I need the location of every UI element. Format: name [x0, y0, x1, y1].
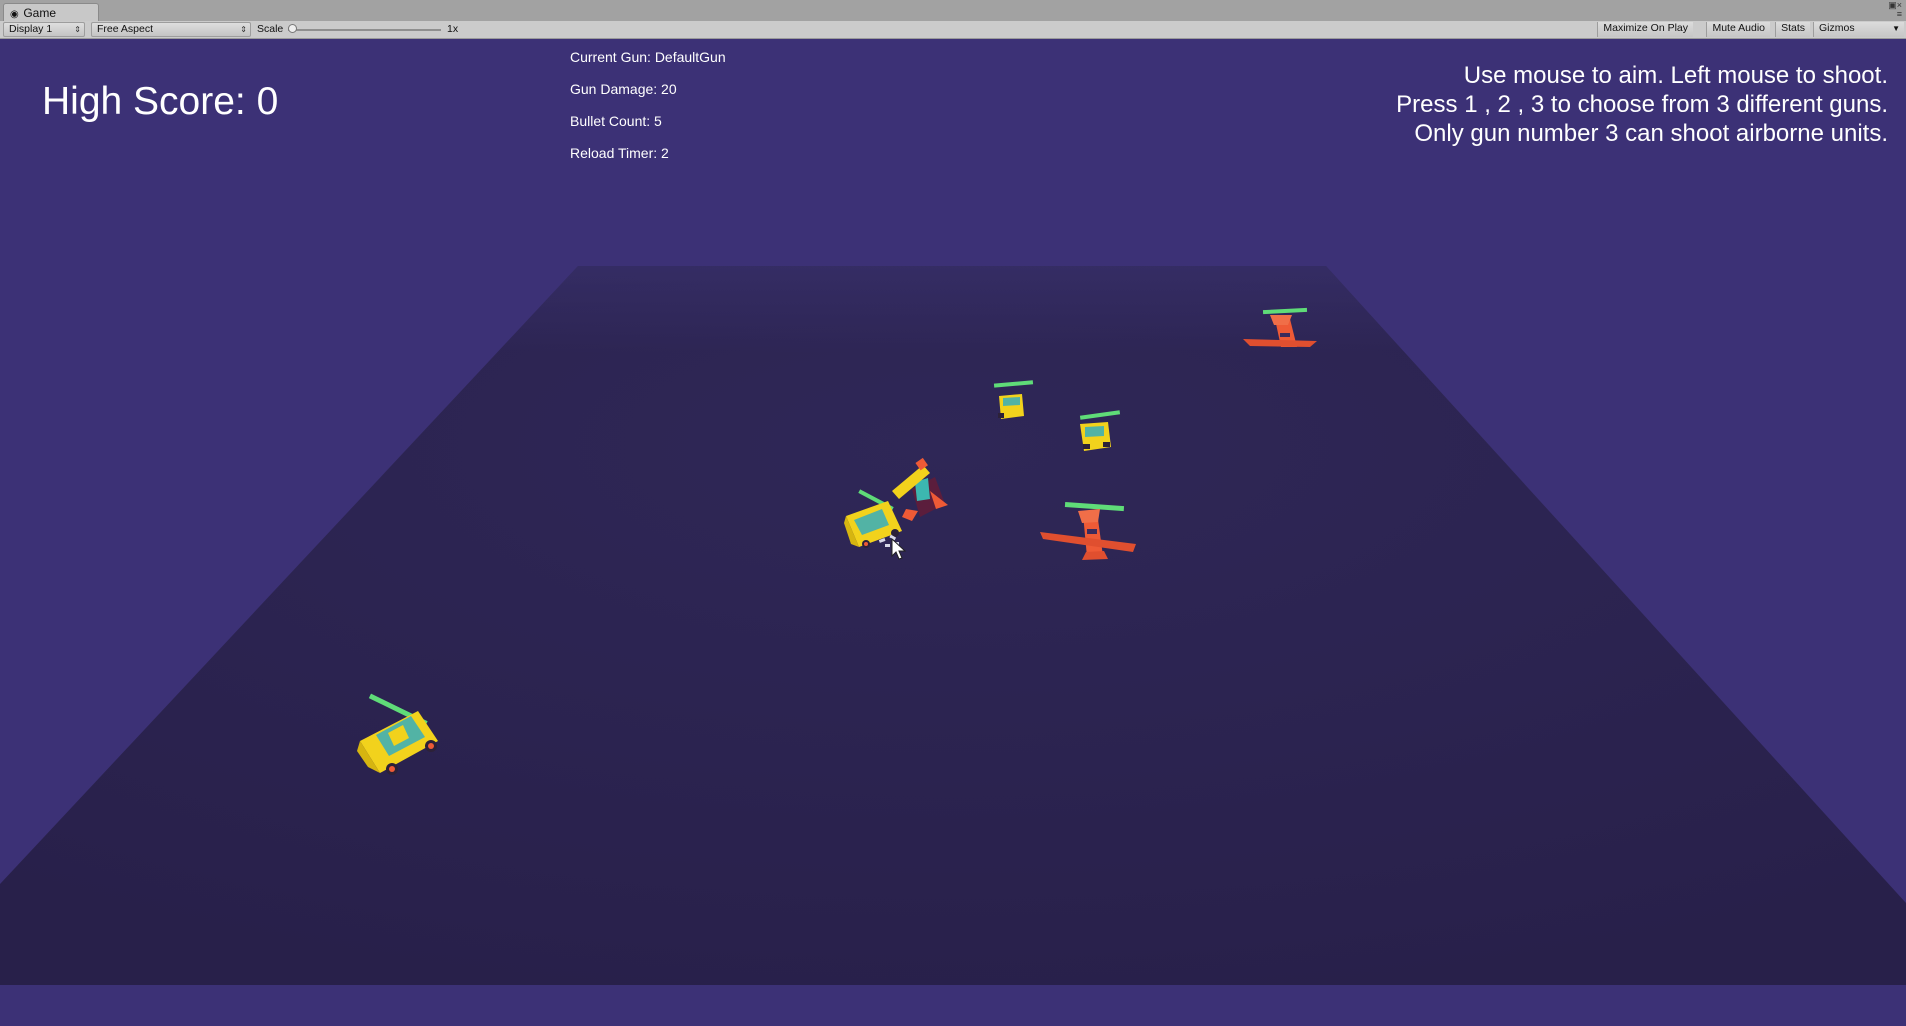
display-select[interactable]: Display 1 ⇕ — [3, 22, 85, 37]
scale-slider[interactable] — [288, 21, 443, 38]
instruction-line: Only gun number 3 can shoot airborne uni… — [1414, 120, 1888, 147]
aspect-select-value: Free Aspect — [97, 23, 154, 35]
gizmos-label: Gizmos — [1819, 22, 1855, 34]
reload-timer-label: Reload Timer: 2 — [570, 145, 669, 161]
maximize-on-play-button[interactable]: Maximize On Play — [1597, 22, 1693, 37]
ground-horizon-glow — [0, 266, 1906, 985]
window-controls[interactable]: ▣× ≡ — [1888, 1, 1902, 19]
instruction-line: Use mouse to aim. Left mouse to shoot. — [1463, 62, 1888, 89]
gun-damage-label: Gun Damage: 20 — [570, 81, 677, 97]
scale-slider-knob[interactable] — [288, 24, 297, 33]
game-tab-label: Game — [23, 6, 57, 20]
instructions-panel: Use mouse to aim. Left mouse to shoot. P… — [1396, 61, 1888, 148]
scale-label: Scale — [257, 23, 284, 35]
aspect-select[interactable]: Free Aspect ⇕ — [91, 22, 251, 37]
game-viewport[interactable]: High Score: 0 Current Gun: DefaultGun Gu… — [0, 39, 1906, 1026]
current-gun-label: Current Gun: DefaultGun — [570, 49, 726, 65]
menu-icon[interactable]: ≡ — [1888, 10, 1902, 19]
gizmos-button[interactable]: Gizmos ▼ — [1813, 22, 1904, 37]
display-select-value: Display 1 — [9, 23, 53, 35]
scale-slider-track — [288, 29, 441, 31]
viewport-bottom-band — [0, 985, 1906, 1026]
game-view-toolbar: Display 1 ⇕ Free Aspect ⇕ Scale 1x Maxim… — [0, 21, 1906, 39]
scale-value: 1x — [447, 23, 459, 35]
high-score-label: High Score: 0 — [42, 80, 279, 123]
dropdown-arrow-icon: ⇕ — [240, 25, 247, 34]
editor-tab-bar: ◉ Game ▣× ≡ — [0, 0, 1906, 22]
dropdown-arrow-icon: ⇕ — [74, 25, 81, 34]
game-scene[interactable] — [0, 39, 1906, 1026]
mute-audio-button[interactable]: Mute Audio — [1706, 22, 1770, 37]
stats-button[interactable]: Stats — [1775, 22, 1810, 37]
bullet-count-label: Bullet Count: 5 — [570, 113, 662, 129]
game-tab[interactable]: ◉ Game — [3, 3, 99, 22]
instruction-line: Press 1 , 2 , 3 to choose from 3 differe… — [1396, 91, 1888, 118]
dropdown-arrow-icon: ▼ — [1892, 24, 1900, 33]
